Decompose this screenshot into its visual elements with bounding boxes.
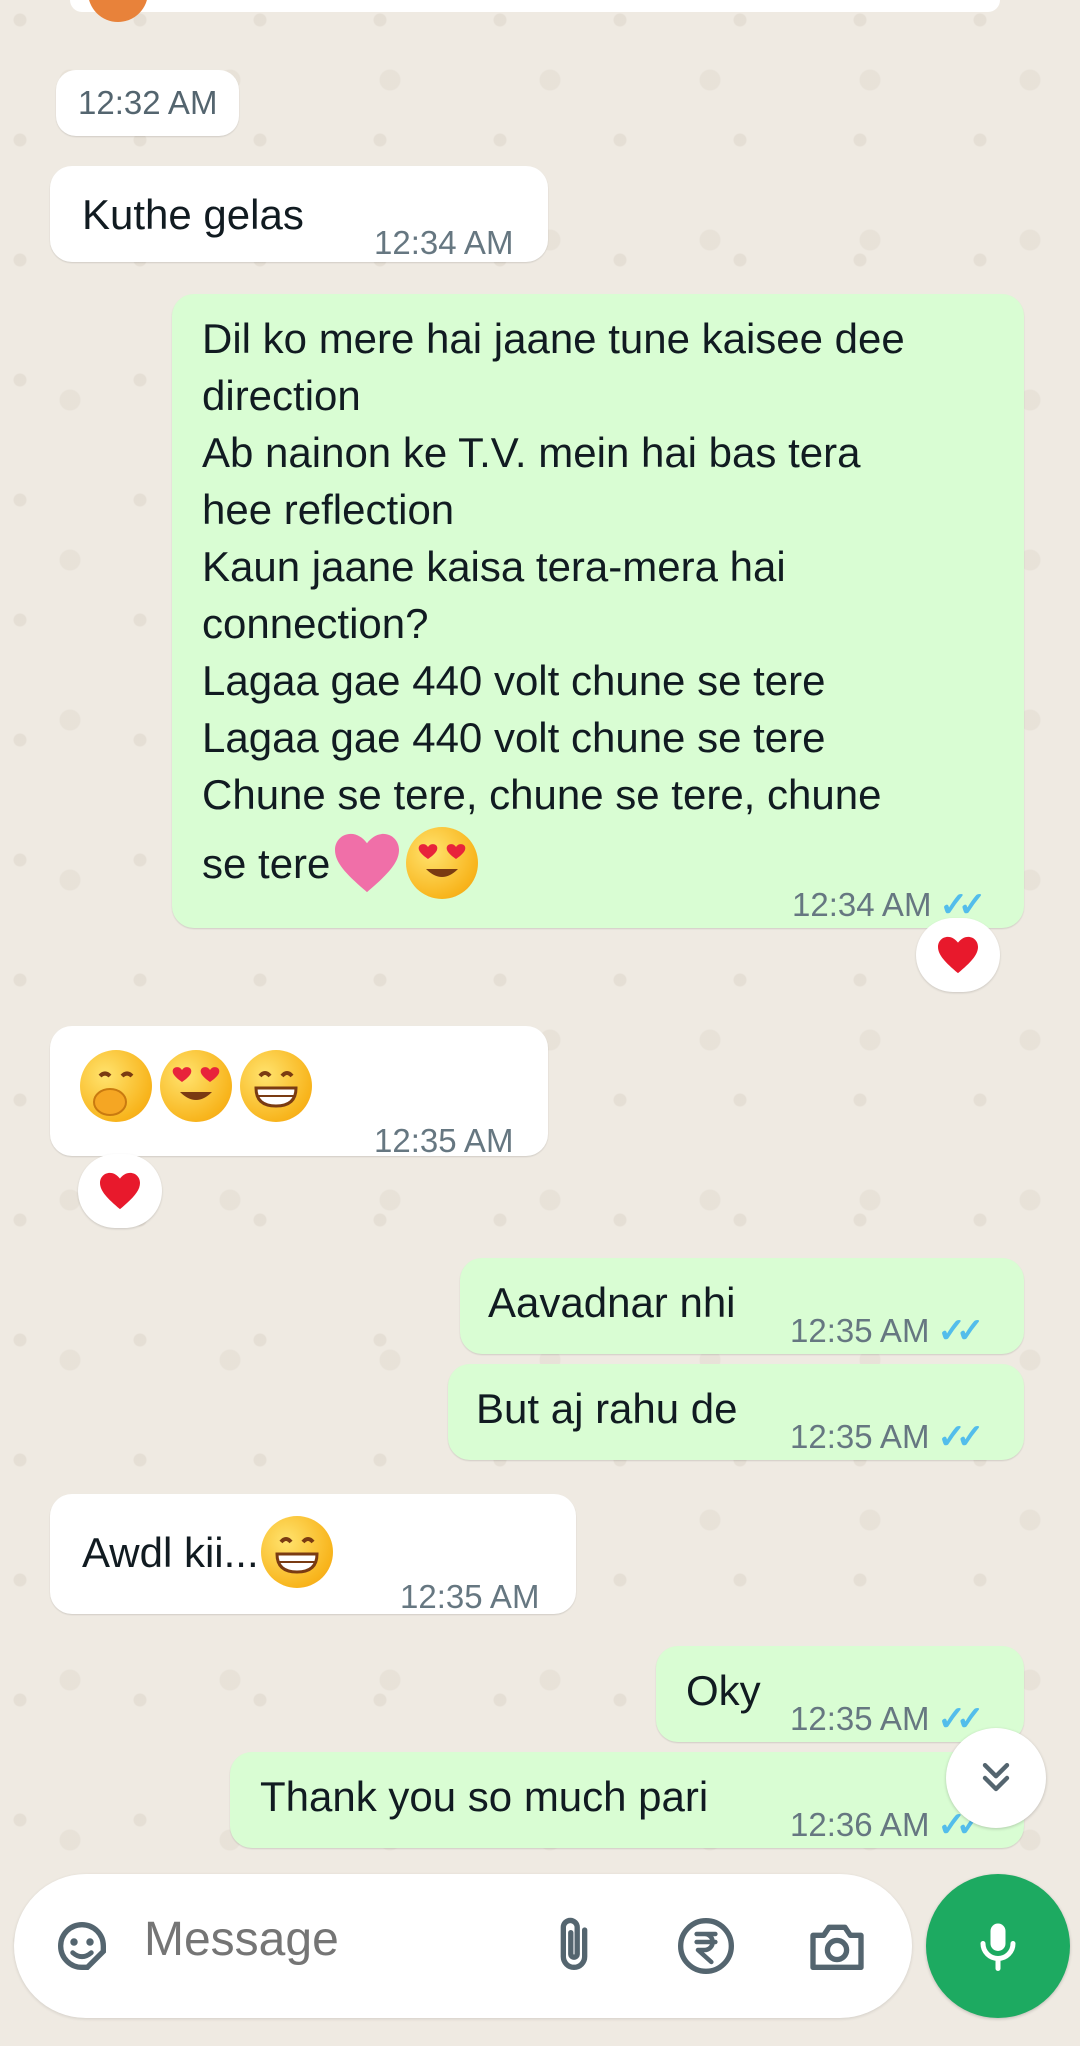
message-line: Lagaa gae 440 volt chune se tere	[202, 714, 826, 761]
message-line: Ab nainon ke T.V. mein hai bas tera	[202, 429, 861, 476]
message-text: Aavadnar nhi	[488, 1279, 736, 1326]
reaction-badge[interactable]	[78, 1154, 162, 1228]
read-receipt-icon: ✓✓	[937, 1418, 984, 1456]
rupee-payment-icon[interactable]	[674, 1914, 738, 1983]
message-text: But aj rahu de	[476, 1385, 738, 1432]
attach-icon[interactable]	[542, 1912, 606, 1985]
double-chevron-down-icon	[982, 1762, 1010, 1792]
message-bubble-outgoing[interactable]: Oky 12:35 AM ✓✓	[656, 1646, 1024, 1742]
heart-eyes-emoji	[406, 827, 479, 899]
previous-message-edge	[70, 0, 1000, 12]
voice-message-button[interactable]	[926, 1874, 1070, 2018]
scroll-to-bottom-button[interactable]	[946, 1728, 1046, 1828]
mic-icon	[980, 1923, 1016, 1971]
message-content: Awdl kii...	[82, 1516, 333, 1588]
message-line: Kaun jaane kaisa tera-mera hai	[202, 543, 786, 590]
message-bubble-outgoing[interactable]: But aj rahu de 12:35 AM ✓✓	[448, 1364, 1024, 1460]
message-bubble-outgoing[interactable]: Dil ko mere hai jaane tune kaisee dee di…	[172, 294, 1024, 928]
grinning-emoji	[240, 1050, 312, 1122]
message-time: 12:36 AM ✓✓	[790, 1806, 984, 1844]
previous-avatar-edge	[88, 0, 148, 40]
message-bubble-incoming[interactable]: Awdl kii... 12:35 AM	[50, 1494, 576, 1615]
heart-eyes-emoji	[160, 1050, 232, 1122]
grinning-emoji	[260, 1516, 333, 1588]
message-time: 12:35 AM ✓✓	[790, 1700, 984, 1738]
message-bubble-incoming[interactable]: Kuthe gelas 12:34 AM	[50, 166, 548, 262]
timestamp-chip: 12:32 AM	[56, 70, 240, 136]
message-composer	[14, 1874, 912, 2018]
red-heart-emoji	[100, 1172, 140, 1210]
message-bubble-outgoing[interactable]: Thank you so much pari 12:36 AM ✓✓	[230, 1752, 1024, 1848]
message-input[interactable]	[144, 1912, 524, 1967]
pink-heart-emoji	[335, 833, 400, 893]
read-receipt-icon: ✓✓	[937, 1312, 984, 1350]
message-bubble-incoming[interactable]: 12:35 AM	[50, 1026, 548, 1159]
message-line: connection?	[202, 600, 429, 647]
message-text: Dil ko mere hai jaane tune kaisee dee di…	[202, 310, 905, 899]
message-bubble-outgoing[interactable]: Aavadnar nhi 12:35 AM ✓✓	[460, 1258, 1024, 1354]
message-line: Dil ko mere hai jaane tune kaisee dee	[202, 315, 905, 362]
hand-over-mouth-emoji	[80, 1050, 152, 1122]
message-line: se tere	[202, 839, 331, 887]
message-text: Thank you so much pari	[260, 1773, 709, 1820]
emoji-row	[80, 1050, 312, 1122]
message-line: direction	[202, 372, 361, 419]
message-time: 12:35 AM ✓✓	[790, 1418, 984, 1456]
message-text: Awdl kii...	[82, 1528, 259, 1576]
message-line: Lagaa gae 440 volt chune se tere	[202, 657, 826, 704]
message-time: 12:34 AM	[374, 224, 514, 261]
red-heart-emoji	[938, 936, 978, 974]
message-text: Oky	[686, 1667, 761, 1714]
read-receipt-icon: ✓✓	[937, 1700, 984, 1738]
sticker-icon[interactable]	[50, 1914, 114, 1983]
message-line: hee reflection	[202, 486, 455, 533]
camera-icon[interactable]	[804, 1914, 870, 1983]
reaction-badge[interactable]	[916, 918, 1000, 992]
message-time: 12:35 AM	[374, 1122, 514, 1159]
message-time: 12:35 AM ✓✓	[790, 1312, 984, 1350]
message-text: Kuthe gelas	[82, 191, 304, 238]
message-line: Chune se tere, chune se tere, chune	[202, 771, 882, 818]
message-time: 12:35 AM	[400, 1578, 540, 1615]
